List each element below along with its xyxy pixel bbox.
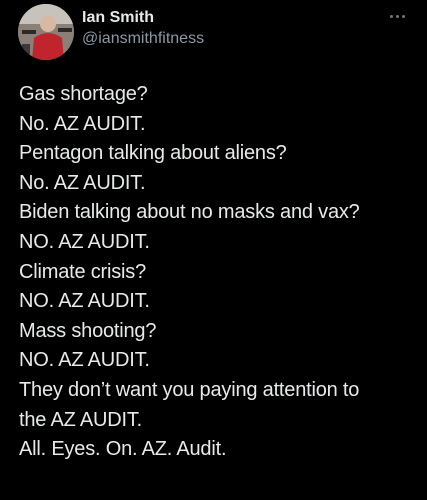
tweet-text: Gas shortage? No. AZ AUDIT. Pentagon tal…: [19, 80, 419, 465]
more-dot: [402, 15, 405, 18]
tweet-line: NO. AZ AUDIT.: [19, 230, 150, 253]
avatar[interactable]: [18, 4, 74, 60]
display-name[interactable]: Ian Smith: [82, 8, 204, 28]
tweet-line: Mass shooting?: [19, 319, 157, 342]
tweet-line: the AZ AUDIT.: [19, 408, 143, 431]
tweet-line: Gas shortage?: [19, 83, 148, 105]
tweet-line: Pentagon talking about aliens?: [19, 142, 287, 165]
tweet-line: NO. AZ AUDIT.: [19, 349, 150, 372]
handle[interactable]: @iansmithfitness: [82, 28, 204, 50]
tweet-line: No. AZ AUDIT.: [19, 171, 146, 194]
tweet-line: NO. AZ AUDIT.: [19, 290, 150, 313]
tweet-line: All. Eyes. On. AZ. Audit.: [19, 438, 227, 461]
tweet-line: No. AZ AUDIT.: [19, 112, 146, 135]
tweet-card: Ian Smith @iansmithfitness Gas shortage?…: [0, 0, 427, 500]
more-dot: [390, 15, 393, 18]
more-horizontal-icon[interactable]: [389, 12, 407, 22]
tweet-header: Ian Smith @iansmithfitness: [18, 4, 413, 60]
author-names: Ian Smith @iansmithfitness: [82, 8, 204, 50]
more-dot: [396, 15, 399, 18]
tweet-line: Biden talking about no masks and vax?: [19, 201, 360, 224]
tweet-line: They don’t want you paying attention to: [19, 378, 360, 401]
avatar-photo: [18, 4, 74, 60]
tweet-line: Climate crisis?: [19, 260, 147, 283]
